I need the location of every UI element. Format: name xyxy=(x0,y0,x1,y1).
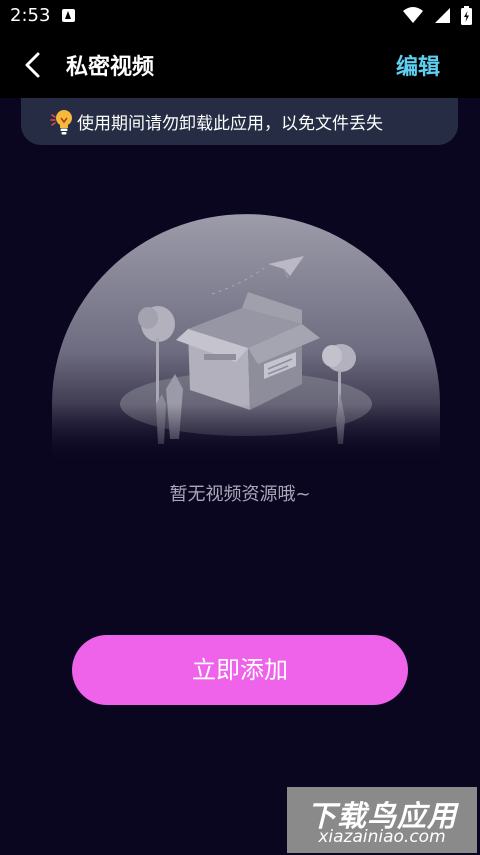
lightbulb-icon xyxy=(50,110,72,135)
signal-icon xyxy=(434,8,450,23)
empty-box-illustration xyxy=(52,214,440,464)
watermark-logo: 下载鸟应用 xiazainiao.com xyxy=(287,787,477,853)
edit-button[interactable]: 编辑 xyxy=(396,49,440,81)
empty-state-text: 暂无视频资源哦~ xyxy=(169,484,311,505)
chevron-left-icon xyxy=(25,52,40,78)
status-time: 2:53 xyxy=(10,5,51,26)
watermark-url: xiazainiao.com xyxy=(318,827,446,847)
add-now-button[interactable]: 立即添加 xyxy=(72,635,408,705)
page-title: 私密视频 xyxy=(66,55,155,80)
screen: 2:53 私密视频 编辑 使用期间请勿卸载此应用，以免文件丢失 暂无视频资源哦~… xyxy=(0,0,480,855)
back-button[interactable] xyxy=(18,50,48,80)
battery-icon xyxy=(461,6,472,25)
header: 私密视频 编辑 xyxy=(0,32,480,98)
app-notification-icon xyxy=(62,9,75,22)
notice-banner: 使用期间请勿卸载此应用，以免文件丢失 xyxy=(21,98,458,145)
status-bar: 2:53 xyxy=(0,0,480,32)
wifi-icon xyxy=(402,7,423,23)
notice-text: 使用期间请勿卸载此应用，以免文件丢失 xyxy=(77,114,383,134)
status-icons xyxy=(397,6,472,26)
